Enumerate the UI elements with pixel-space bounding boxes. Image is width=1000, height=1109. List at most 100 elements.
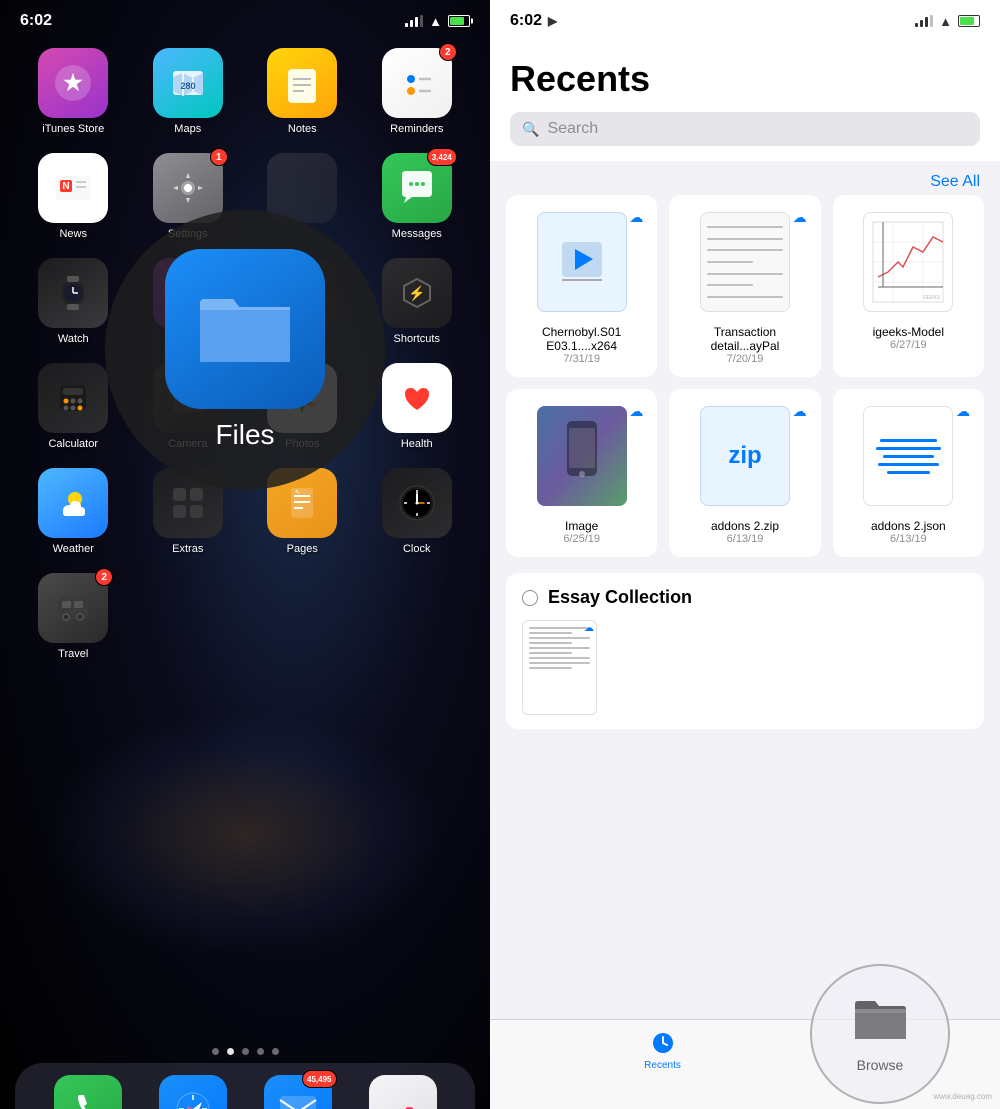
cloud-icon-1: ☁ (629, 209, 643, 226)
dock: 45,495 (15, 1063, 475, 1109)
essay-header: Essay Collection (522, 587, 968, 608)
right-phone: 6:02 ▶ ▲ Recents 🔍 Search See A (490, 0, 1000, 1109)
file-date-2: 7/20/19 (727, 353, 764, 365)
tab-recents[interactable]: Recents (490, 1030, 775, 1071)
dock-safari[interactable] (159, 1075, 227, 1109)
left-phone: 6:02 ▲ ★ iTunes Store (0, 0, 490, 1109)
status-left-group: 6:02 ▶ (510, 12, 557, 30)
itunes-store-label: iTunes Store (42, 123, 104, 135)
image-thumb (537, 406, 627, 506)
shortcuts-label: Shortcuts (394, 333, 440, 345)
essay-cloud-icon: ☁ (584, 623, 594, 634)
page-dots (0, 1040, 490, 1063)
zip-thumb: zip (700, 406, 790, 506)
svg-text:GEEKS: GEEKS (923, 295, 941, 301)
cloud-icon-5: ☁ (793, 403, 807, 420)
browse-circle-label: Browse (857, 1057, 904, 1073)
svg-text:280: 280 (180, 81, 195, 91)
battery-icon-right (958, 15, 980, 27)
recents-tab-label: Recents (644, 1060, 681, 1071)
file-name-2: Transactiondetail...ayPal (711, 325, 780, 353)
file-date-4: 6/25/19 (563, 533, 600, 545)
settings-badge: 1 (210, 148, 228, 166)
svg-text:★: ★ (63, 70, 83, 95)
signal-icon-right (915, 15, 933, 27)
clock-icon (382, 468, 452, 538)
essay-folder-circle (522, 590, 538, 606)
files-circle: Files (105, 210, 385, 490)
files-grid: ☁ Chernobyl.S01E03.1....x264 7/31/19 ☁ (490, 195, 1000, 573)
file-card-zip[interactable]: ☁ zip addons 2.zip 6/13/19 (669, 389, 820, 557)
status-bar-right: 6:02 ▶ ▲ (490, 0, 1000, 38)
files-big-icon (165, 249, 325, 409)
dot-1 (212, 1048, 219, 1055)
app-itunes-store[interactable]: ★ iTunes Store (20, 48, 127, 135)
doc-thumb (700, 212, 790, 312)
extras-label: Extras (172, 543, 203, 555)
file-date-5: 6/13/19 (727, 533, 764, 545)
app-maps[interactable]: 280 Maps (135, 48, 242, 135)
app-notes[interactable]: Notes (249, 48, 356, 135)
file-date-6: 6/13/19 (890, 533, 927, 545)
dot-5 (272, 1048, 279, 1055)
itunes-store-icon: ★ (38, 48, 108, 118)
signal-icon (405, 15, 423, 27)
calculator-label: Calculator (48, 438, 98, 450)
messages-icon: 3,424 (382, 153, 452, 223)
dock-phone-icon (54, 1075, 122, 1109)
health-label: Health (401, 438, 433, 450)
see-all-button[interactable]: See All (930, 173, 980, 191)
travel-label: Travel (58, 648, 88, 660)
pages-label: Pages (287, 543, 318, 555)
messages-badge: 3,424 (427, 148, 457, 166)
technical-thumb: GEEKS (863, 212, 953, 312)
app-travel[interactable]: 2 Travel (20, 573, 127, 660)
time-right: 6:02 (510, 12, 542, 30)
files-app-title: Recents (510, 58, 980, 100)
recents-tab-icon (650, 1030, 676, 1056)
dot-2 (227, 1048, 234, 1055)
app-reminders[interactable]: 2 Reminders (364, 48, 471, 135)
dock-music[interactable] (369, 1075, 437, 1109)
clock-label: Clock (403, 543, 431, 555)
zip-text: zip (728, 442, 761, 470)
reminders-label: Reminders (390, 123, 443, 135)
maps-label: Maps (174, 123, 201, 135)
search-placeholder-text: Search (547, 120, 598, 138)
file-name-3: igeeks-Model (873, 325, 944, 339)
browse-folder-icon (853, 996, 908, 1051)
file-card-doc[interactable]: ☁ Transactiondetail...ayPal 7/20/19 (669, 195, 820, 377)
cloud-icon-4: ☁ (629, 403, 643, 420)
file-name-1: Chernobyl.S01E03.1....x264 (542, 325, 621, 353)
video-thumb (537, 212, 627, 312)
travel-badge: 2 (95, 568, 113, 586)
dock-mail[interactable]: 45,495 (264, 1075, 332, 1109)
files-overlay[interactable]: Files (105, 210, 385, 490)
wifi-icon-right: ▲ (939, 14, 952, 29)
dock-safari-icon (159, 1075, 227, 1109)
time-left: 6:02 (20, 12, 52, 30)
dock-phone[interactable] (54, 1075, 122, 1109)
notes-label: Notes (288, 123, 317, 135)
file-date-1: 7/31/19 (563, 353, 600, 365)
status-icons-right: ▲ (915, 14, 980, 29)
calculator-icon (38, 363, 108, 433)
files-content: Recents 🔍 Search See All ☁ (490, 38, 1000, 1109)
essay-section: Essay Collection ☁ (506, 573, 984, 729)
file-card-json[interactable]: ☁ addons 2.json 6/13/19 (833, 389, 984, 557)
file-name-6: addons 2.json (871, 519, 946, 533)
file-card-image[interactable]: ☁ (506, 389, 657, 557)
earth-glow (45, 709, 445, 959)
dot-4 (257, 1048, 264, 1055)
browse-circle-highlight[interactable]: Browse (810, 964, 950, 1104)
health-icon (382, 363, 452, 433)
json-thumb (863, 406, 953, 506)
file-card-technical[interactable]: GEEKS igeeks-Model 6/27/19 (833, 195, 984, 377)
file-name-5: addons 2.zip (711, 519, 779, 533)
essay-doc-thumb: ☁ (522, 620, 597, 715)
search-bar[interactable]: 🔍 Search (510, 112, 980, 146)
status-icons-left: ▲ (405, 14, 470, 29)
search-icon: 🔍 (522, 121, 539, 138)
file-card-video[interactable]: ☁ Chernobyl.S01E03.1....x264 7/31/19 (506, 195, 657, 377)
news-icon: N (38, 153, 108, 223)
